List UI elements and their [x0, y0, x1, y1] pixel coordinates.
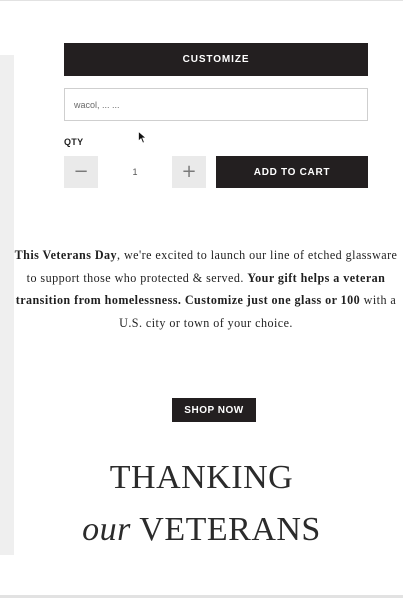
- decrement-button[interactable]: −: [64, 156, 98, 188]
- heading-thanking: THANKING: [109, 459, 294, 496]
- quantity-value[interactable]: 1: [98, 156, 172, 188]
- heading-veterans: VETERANS: [130, 511, 321, 548]
- increment-button[interactable]: +: [172, 156, 206, 188]
- promo-bold-lead: This Veterans Day: [14, 248, 118, 262]
- customize-button[interactable]: CUSTOMIZE: [64, 43, 368, 76]
- heading-our-italic: our: [82, 511, 131, 548]
- qty-label: QTY: [64, 137, 84, 147]
- heading-our-veterans: our VETERANS: [0, 507, 403, 553]
- quantity-stepper: − 1 +: [64, 156, 206, 188]
- mouse-pointer-icon: [138, 131, 147, 144]
- shop-now-button[interactable]: SHOP NOW: [172, 398, 256, 422]
- top-edge: [0, 0, 403, 1]
- customization-text-input[interactable]: [64, 88, 368, 121]
- add-to-cart-button[interactable]: ADD TO CART: [216, 156, 368, 188]
- promo-paragraph: This Veterans Day, we're excited to laun…: [10, 244, 402, 334]
